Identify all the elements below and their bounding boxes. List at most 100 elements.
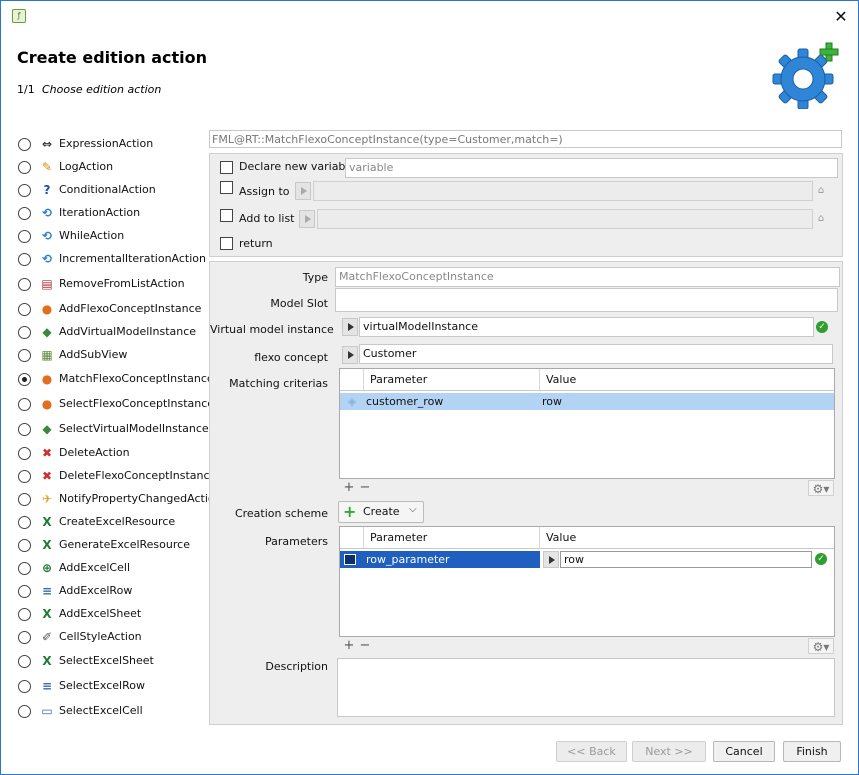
action-option[interactable]: ▤ RemoveFromListAction [15,276,210,296]
delete-icon: ✖ [41,446,53,460]
vm-select-icon: ◆ [42,422,52,436]
radio-button[interactable] [18,562,31,575]
brush-icon: ✐ [41,630,53,644]
action-option[interactable]: ▦ AddSubView [15,347,210,367]
action-option[interactable]: X CreateExcelResource [15,514,210,534]
action-option[interactable]: ≡ AddExcelRow [15,583,210,603]
action-option[interactable]: X AddExcelSheet [15,606,210,626]
remove-criteria-button[interactable]: − [357,480,373,496]
excel-select-cell-icon: ▭ [41,704,53,718]
action-option[interactable]: ● MatchFlexoConceptInstance [15,371,214,391]
declare-variable-checkbox[interactable] [220,161,233,174]
radio-button[interactable] [18,493,31,506]
action-option-label: AddVirtualModelInstance [59,325,197,338]
radio-button[interactable] [18,373,31,386]
criteria-value-cell[interactable]: row [540,393,834,410]
action-option[interactable]: ? ConditionalAction [15,182,210,202]
parameter-value-field[interactable]: row [560,551,812,568]
radio-button[interactable] [18,278,31,291]
assign-to-input[interactable] [313,181,813,201]
radio-button[interactable] [18,184,31,197]
add-parameter-button[interactable]: + [341,638,357,654]
action-option[interactable]: ⊕ AddExcelCell [15,560,210,580]
action-option[interactable]: ✖ DeleteFlexoConceptInstance [15,468,216,488]
action-option[interactable]: ✈ NotifyPropertyChangedAction [15,491,222,511]
flexo-concept-play-icon[interactable] [342,346,358,364]
return-checkbox[interactable] [220,237,233,250]
add-to-list-play-icon[interactable] [299,210,315,228]
action-option[interactable]: X SelectExcelSheet [15,653,210,673]
radio-button[interactable] [18,516,31,529]
back-button[interactable]: << Back [556,741,627,762]
radio-button[interactable] [18,539,31,552]
excel-row-icon: ≡ [41,584,53,598]
finish-button[interactable]: Finish [783,741,841,762]
dialog-window: ƒ ✕ Create edition action 1/1 Choose edi… [0,0,859,775]
radio-button[interactable] [18,207,31,220]
action-option[interactable]: ✖ DeleteAction [15,445,210,465]
description-textarea[interactable] [337,658,835,717]
variable-name-input[interactable]: variable [345,158,838,178]
radio-button[interactable] [18,631,31,644]
action-option[interactable]: ◆ SelectVirtualModelInstance [15,421,210,441]
action-option[interactable]: ≡ SelectExcelRow [15,678,210,698]
cancel-button[interactable]: Cancel [713,741,775,762]
lock-icon: ⌂ [817,185,825,196]
radio-button[interactable] [18,655,31,668]
table-row[interactable]: row_parameter row ✓ [340,551,834,568]
action-option-label: MatchFlexoConceptInstance [59,372,214,385]
action-option[interactable]: ✐ CellStyleAction [15,629,210,649]
action-option[interactable]: ▭ SelectExcelCell [15,703,210,723]
radio-button[interactable] [18,161,31,174]
table-row[interactable]: ◈ customer_row row [340,393,834,410]
radio-button[interactable] [18,608,31,621]
model-slot-field[interactable] [335,288,838,312]
excel-select-row-icon: ≡ [41,679,53,693]
parameters-gear-icon[interactable]: ⚙▾ [808,638,834,654]
radio-button[interactable] [18,447,31,460]
radio-button[interactable] [18,326,31,339]
close-icon[interactable]: ✕ [831,7,851,27]
action-option[interactable]: ● SelectFlexoConceptInstance [15,396,214,416]
criteria-parameter-cell: customer_row [366,395,444,408]
parameters-toolbar: + − [341,638,381,654]
remove-parameter-button[interactable]: − [357,638,373,654]
radio-button[interactable] [18,398,31,411]
action-option-label: GenerateExcelResource [59,538,190,551]
flexo-concept-field[interactable]: Customer [359,344,833,364]
parameter-value-play-icon[interactable] [543,551,559,568]
radio-button[interactable] [18,349,31,362]
add-to-list-input[interactable] [317,209,813,229]
radio-button[interactable] [18,705,31,718]
action-option[interactable]: X GenerateExcelResource [15,537,210,557]
radio-button[interactable] [18,253,31,266]
action-option[interactable]: ◆ AddVirtualModelInstance [15,324,210,344]
creation-scheme-dropdown[interactable]: + Create ⌵ [338,501,424,523]
action-option-label: DeleteFlexoConceptInstance [59,469,217,482]
action-option[interactable]: ⇔ ExpressionAction [15,136,210,156]
vmi-play-icon[interactable] [342,318,358,336]
next-button[interactable]: Next >> [632,741,706,762]
action-option[interactable]: ⟲ IterationAction [15,205,210,225]
action-option-label: NotifyPropertyChangedAction [59,492,222,505]
action-option[interactable]: ⟲ WhileAction [15,228,210,248]
criterias-gear-icon[interactable]: ⚙▾ [808,480,834,496]
radio-button[interactable] [18,230,31,243]
assign-to-play-icon[interactable] [295,182,311,200]
vmi-field[interactable]: virtualModelInstance [359,317,814,337]
question-icon: ? [43,183,51,197]
radio-button[interactable] [18,138,31,151]
assign-to-checkbox[interactable] [220,181,233,194]
action-option[interactable]: ⟲ IncrementalIterationAction [15,251,210,271]
excel-icon: X [42,538,52,552]
radio-button[interactable] [18,470,31,483]
radio-button[interactable] [18,423,31,436]
loop-icon: ⟲ [41,206,53,220]
add-to-list-checkbox[interactable] [220,209,233,222]
action-option[interactable]: ✎ LogAction [15,159,210,179]
radio-button[interactable] [18,680,31,693]
action-option[interactable]: ● AddFlexoConceptInstance [15,301,210,321]
radio-button[interactable] [18,303,31,316]
radio-button[interactable] [18,585,31,598]
add-criteria-button[interactable]: + [341,480,357,496]
